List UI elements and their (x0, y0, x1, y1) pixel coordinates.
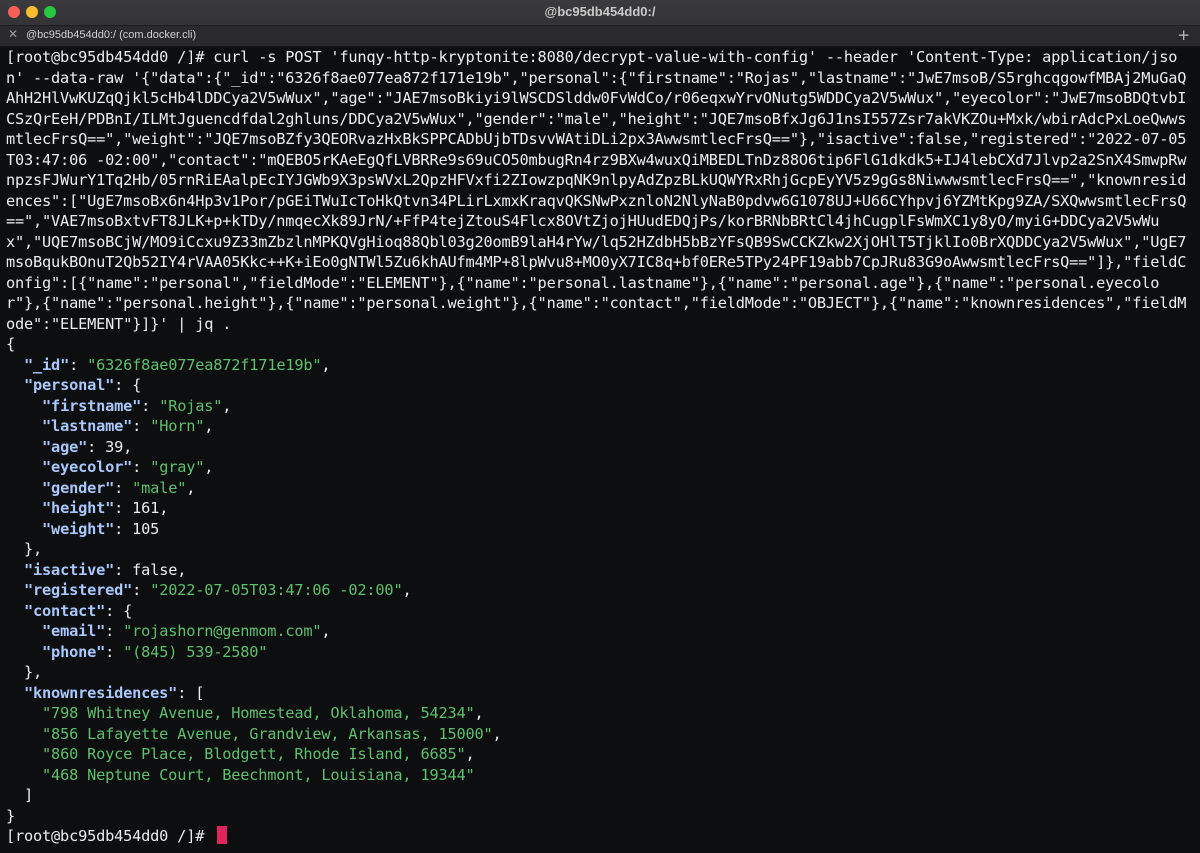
json-residence-item: "468 Neptune Court, Beechmont, Louisiana… (6, 765, 1198, 786)
json-phone-line: "phone": "(845) 539-2580" (42, 642, 268, 661)
json-email-line: "email": "rojashorn@genmom.com", (42, 622, 331, 640)
json-key: "_id" (24, 355, 70, 374)
json-key: "firstname" (42, 396, 142, 415)
json-value: "(845) 539-2580" (123, 642, 268, 661)
json-weight-line: "weight": 105 (42, 519, 160, 538)
json-height-line: "height": 161, (42, 499, 169, 517)
json-residence-item: "798 Whitney Avenue, Homestead, Oklahoma… (42, 704, 484, 722)
json-residence-item: "856 Lafayette Avenue, Grandview, Arkans… (42, 724, 502, 743)
terminal-content[interactable]: [root@bc95db454dd0 /]# curl -s POST 'fun… (6, 47, 1198, 847)
json-value: "468 Neptune Court, Beechmont, Louisiana… (42, 765, 475, 784)
json-value: 161 (132, 499, 160, 517)
json-lastname-line: "lastname": "Horn", (42, 417, 214, 435)
json-age-line: "age": 39, (42, 437, 133, 456)
json-close-contact: }, (6, 663, 43, 681)
json-open-brace: { (6, 335, 16, 353)
json-close-brace: } (6, 806, 16, 825)
new-tab-icon[interactable]: + (1177, 26, 1190, 44)
json-key: "contact" (24, 601, 106, 620)
json-value: "gray" (150, 458, 205, 476)
json-firstname-line: "firstname": "Rojas", (42, 396, 232, 415)
json-id-line: "_id": "6326f8ae077ea872f171e19b", (24, 355, 331, 374)
json-key: "isactive" (24, 560, 115, 579)
json-value: "male" (132, 478, 187, 497)
json-value: false (132, 560, 178, 579)
json-key: "age" (42, 437, 88, 456)
json-knownresidences-line: "knownresidences": [ (24, 683, 205, 702)
json-close-array: ] (6, 786, 34, 804)
json-registered-line: "registered": "2022-07-05T03:47:06 -02:0… (24, 581, 412, 599)
terminal-window: @bc95db454dd0:/ ✕ @bc95db454dd0:/ (com.d… (0, 0, 1200, 853)
json-value: "rojashorn@genmom.com" (123, 622, 322, 640)
json-isactive-line: "isactive": false, (24, 560, 187, 579)
json-personal-line: "personal": { (24, 376, 142, 394)
json-key: "knownresidences" (24, 683, 178, 702)
prompt: [root@bc95db454dd0 /]# (6, 827, 214, 845)
close-icon[interactable]: ✕ (8, 27, 18, 41)
json-key: "lastname" (42, 417, 133, 435)
command-line: [root@bc95db454dd0 /]# curl -s POST 'fun… (6, 48, 1187, 333)
json-value: "860 Royce Place, Blodgett, Rhode Island… (42, 745, 466, 763)
window-title: @bc95db454dd0:/ (544, 4, 656, 19)
prompt-line[interactable]: [root@bc95db454dd0 /]# (6, 826, 1198, 847)
json-key: "email" (42, 622, 106, 640)
json-key: "phone" (42, 642, 106, 661)
json-gender-line: "gender": "male", (42, 478, 196, 497)
json-value: "2022-07-05T03:47:06 -02:00" (150, 581, 403, 599)
json-key: "height" (42, 499, 115, 517)
json-contact-line: "contact": { (24, 601, 133, 620)
json-value: "Rojas" (159, 396, 223, 415)
json-value: "6326f8ae077ea872f171e19b" (87, 355, 322, 374)
cursor (217, 826, 228, 844)
tab-bar: ✕ @bc95db454dd0:/ (com.docker.cli) + (0, 26, 1200, 47)
title-bar: @bc95db454dd0:/ (0, 0, 1200, 26)
json-key: "weight" (42, 519, 115, 538)
json-value: "Horn" (150, 417, 205, 435)
tab-title[interactable]: @bc95db454dd0:/ (com.docker.cli) (26, 29, 196, 41)
json-key: "personal" (24, 376, 115, 394)
json-value: "798 Whitney Avenue, Homestead, Oklahoma… (42, 704, 475, 722)
json-close-personal: }, (6, 540, 43, 558)
json-key: "eyecolor" (42, 458, 133, 476)
json-value: "856 Lafayette Avenue, Grandview, Arkans… (42, 724, 493, 743)
json-residence-item: "860 Royce Place, Blodgett, Rhode Island… (42, 745, 475, 763)
json-key: "registered" (24, 581, 133, 599)
json-key: "gender" (42, 478, 115, 497)
json-value: 105 (132, 519, 160, 538)
json-eyecolor-line: "eyecolor": "gray", (42, 458, 214, 476)
json-value: 39 (105, 437, 124, 456)
